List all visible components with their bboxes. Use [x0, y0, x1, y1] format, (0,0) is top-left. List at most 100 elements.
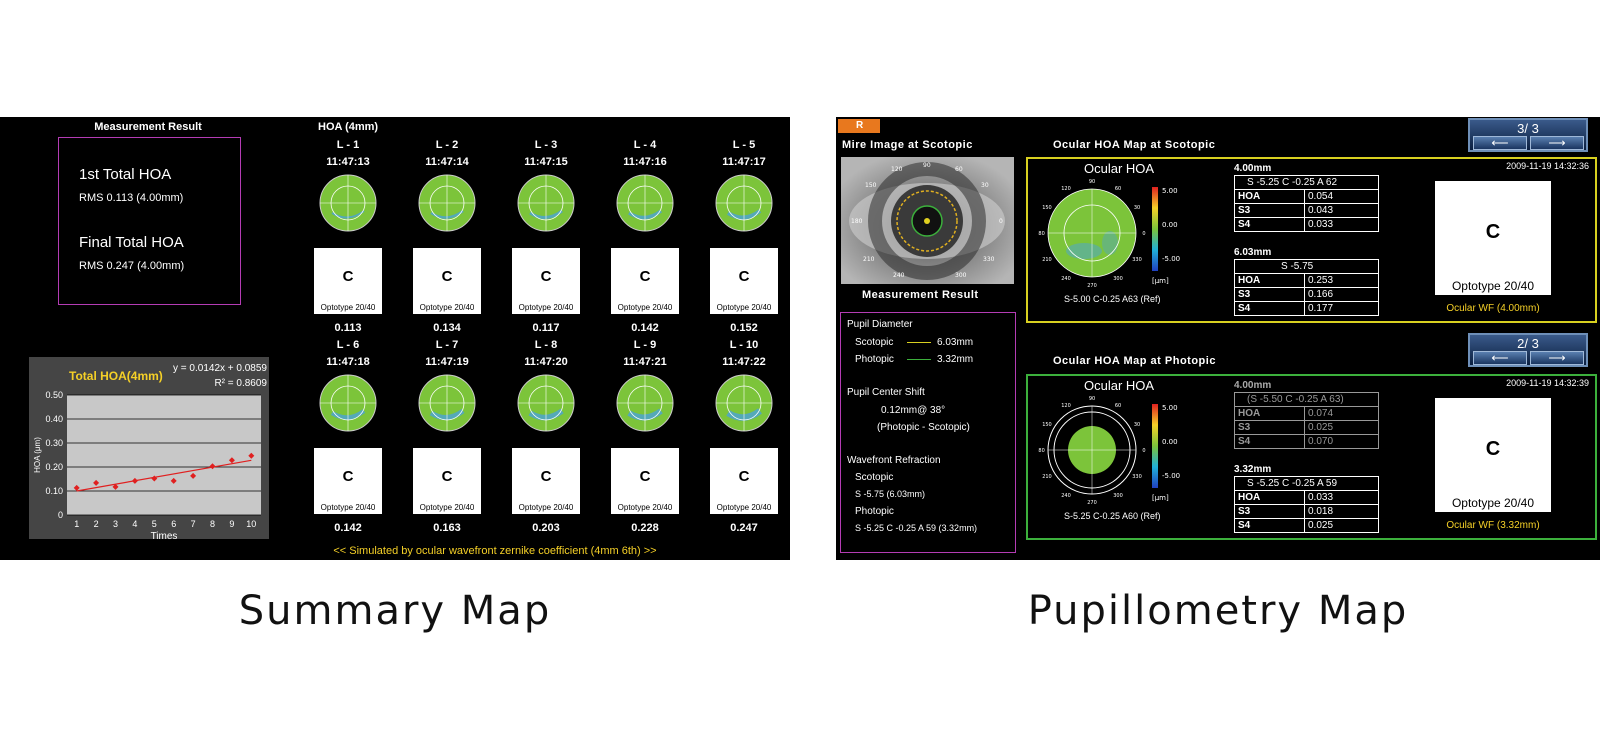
y-tick-label: 0.30	[45, 438, 63, 448]
cell-hoa-map	[418, 174, 476, 232]
photopic-hoa-map: 90 120 150 180 210 240 270 300 330 0 30 60 5.00 0.00 -…	[1038, 396, 1180, 506]
scotopic-hoa-frame: Ocular HOA 2009-11-19 14:32:36 90 120 150 1…	[1026, 157, 1597, 323]
cell-hoa-value: 0.142	[334, 522, 362, 534]
optotype-label: Optotype 20/40	[617, 303, 673, 312]
cell-time: 11:47:15	[524, 156, 568, 168]
axis-angle-label: 0	[1142, 448, 1145, 454]
photopic-diameter: 3.32mm	[937, 354, 974, 365]
mire-image: 90 120 60 150 30 180 0 210 330 240 300	[841, 157, 1014, 284]
cell-time: 11:47:13	[326, 156, 370, 168]
svg-text:30: 30	[981, 182, 989, 189]
optotype-label: Optotype 20/40	[716, 303, 772, 312]
hoa-blue-zone	[1102, 231, 1118, 255]
cell-hoa-map	[715, 174, 773, 232]
cell-optotype: C Optotype 20/40	[710, 448, 778, 514]
axis-angle-label: 300	[1113, 276, 1123, 282]
scale-tick-label: 5.00	[1162, 404, 1178, 412]
photopic-ref: S-5.25 C-0.25 A60 (Ref)	[1064, 511, 1161, 521]
measurement-result-title: Measurement Result	[94, 121, 202, 133]
pupil-diameter-heading: Pupil Diameter	[847, 319, 913, 330]
cell-label: L - 5	[732, 139, 756, 151]
optotype-c-icon: C	[342, 268, 354, 285]
photopic-table1: (S -5.50 C -0.25 A 63) HOA 0.074 S3 0.025 …	[1234, 392, 1379, 449]
photopic-prev-button[interactable]: ⟵	[1473, 351, 1527, 365]
x-tick-label: 2	[94, 519, 99, 529]
axis-angle-label: 180	[1038, 231, 1045, 237]
scale-tick-label: -5.00	[1162, 472, 1180, 480]
y-axis-label: HOA (μm)	[33, 437, 42, 473]
row-value: 0.033	[1304, 217, 1379, 232]
x-tick-label: 6	[171, 519, 176, 529]
mire-measurement-result-title: Measurement Result	[862, 289, 979, 301]
cell-optotype: C Optotype 20/40	[710, 248, 778, 314]
photopic-table2-header: S -5.25 C -0.25 A 59	[1234, 476, 1379, 491]
x-tick-label: 9	[229, 519, 234, 529]
cell-optotype: C Optotype 20/40	[314, 248, 382, 314]
optotype-label: Optotype 20/40	[518, 503, 574, 512]
optotype-c-icon: C	[639, 468, 651, 485]
cell-label: L - 8	[534, 339, 558, 351]
cell-hoa-map	[319, 174, 377, 232]
summary-map-caption: Summary Map	[238, 588, 552, 634]
row-key: S4	[1234, 434, 1305, 449]
scotopic-table1-header: S -5.25 C -0.25 A 62	[1234, 175, 1379, 190]
axis-angle-label: 90	[1089, 179, 1095, 185]
table-row: HOA 0.074	[1234, 406, 1379, 421]
y-tick-label: 0.20	[45, 462, 63, 472]
scale-tick-label: 5.00	[1162, 187, 1178, 195]
photopic-map-title: Ocular HOA	[1084, 378, 1155, 393]
optotype-c-icon: C	[738, 468, 750, 485]
x-axis-label: Times	[151, 531, 178, 539]
row-value: 0.074	[1304, 406, 1379, 421]
optotype-c-icon: C	[441, 268, 453, 285]
photopic-table2: S -5.25 C -0.25 A 59 HOA 0.033 S3 0.018 S4…	[1234, 476, 1379, 533]
cell-hoa-value: 0.113	[334, 322, 362, 334]
optotype-c-icon: C	[1485, 221, 1501, 243]
cell-hoa-map	[517, 374, 575, 432]
hoa-cell: L - 9 11:47:21 C Optotype 20/40 0.228	[610, 337, 680, 534]
table-row: S3 0.166	[1234, 287, 1379, 302]
cell-time: 11:47:22	[722, 356, 766, 368]
cell-hoa-value: 0.163	[433, 522, 461, 534]
axis-angle-label: 60	[1115, 186, 1121, 192]
cell-optotype: C Optotype 20/40	[413, 248, 481, 314]
row-value: 0.166	[1304, 287, 1379, 302]
scotopic-next-button[interactable]: ⟶	[1530, 136, 1584, 150]
x-tick-label: 8	[210, 519, 215, 529]
pupillometry-map-caption: Pupillometry Map	[1027, 588, 1409, 634]
cell-hoa-value: 0.228	[631, 522, 659, 534]
photopic-pager-count: 2/ 3	[1517, 336, 1539, 351]
hoa-grid-title: HOA (4mm)	[318, 121, 379, 133]
scotopic-ref: S-5.00 C-0.25 A63 (Ref)	[1064, 294, 1161, 304]
photopic-table1-label: 4.00mm	[1234, 380, 1272, 391]
row-key: S3	[1234, 420, 1305, 435]
row-value: 0.018	[1304, 504, 1379, 519]
svg-text:90: 90	[923, 162, 931, 169]
axis-angle-label: 270	[1087, 283, 1097, 289]
scotopic-map-title: Ocular HOA	[1084, 161, 1155, 176]
color-scale-bar	[1152, 404, 1158, 488]
svg-text:330: 330	[983, 256, 995, 263]
cell-hoa-map	[319, 374, 377, 432]
plot-area	[67, 395, 261, 515]
scotopic-prev-button[interactable]: ⟵	[1473, 136, 1527, 150]
wf-photopic-label: Photopic	[855, 506, 894, 517]
hoa-cell: L - 8 11:47:20 C Optotype 20/40 0.203	[511, 337, 581, 534]
row-value: 0.025	[1304, 518, 1379, 533]
row-key: HOA	[1234, 189, 1305, 204]
table-row: HOA 0.033	[1234, 490, 1379, 505]
cell-hoa-map	[517, 174, 575, 232]
x-tick-label: 3	[113, 519, 118, 529]
final-total-hoa-rms: RMS 0.247 (4.00mm)	[79, 260, 185, 272]
scotopic-diameter: 6.03mm	[937, 337, 974, 348]
row-key: S4	[1234, 217, 1305, 232]
axis-angle-label: 150	[1042, 422, 1052, 428]
cell-hoa-value: 0.247	[730, 522, 758, 534]
photopic-next-button[interactable]: ⟶	[1530, 351, 1584, 365]
axis-angle-label: 270	[1087, 500, 1097, 506]
simulation-note: << Simulated by ocular wavefront zernike…	[333, 545, 657, 557]
table-row: S4 0.177	[1234, 301, 1379, 316]
photopic-table1-header: (S -5.50 C -0.25 A 63)	[1234, 392, 1379, 407]
y-tick-label: 0.40	[45, 414, 63, 424]
cell-time: 11:47:20	[524, 356, 568, 368]
